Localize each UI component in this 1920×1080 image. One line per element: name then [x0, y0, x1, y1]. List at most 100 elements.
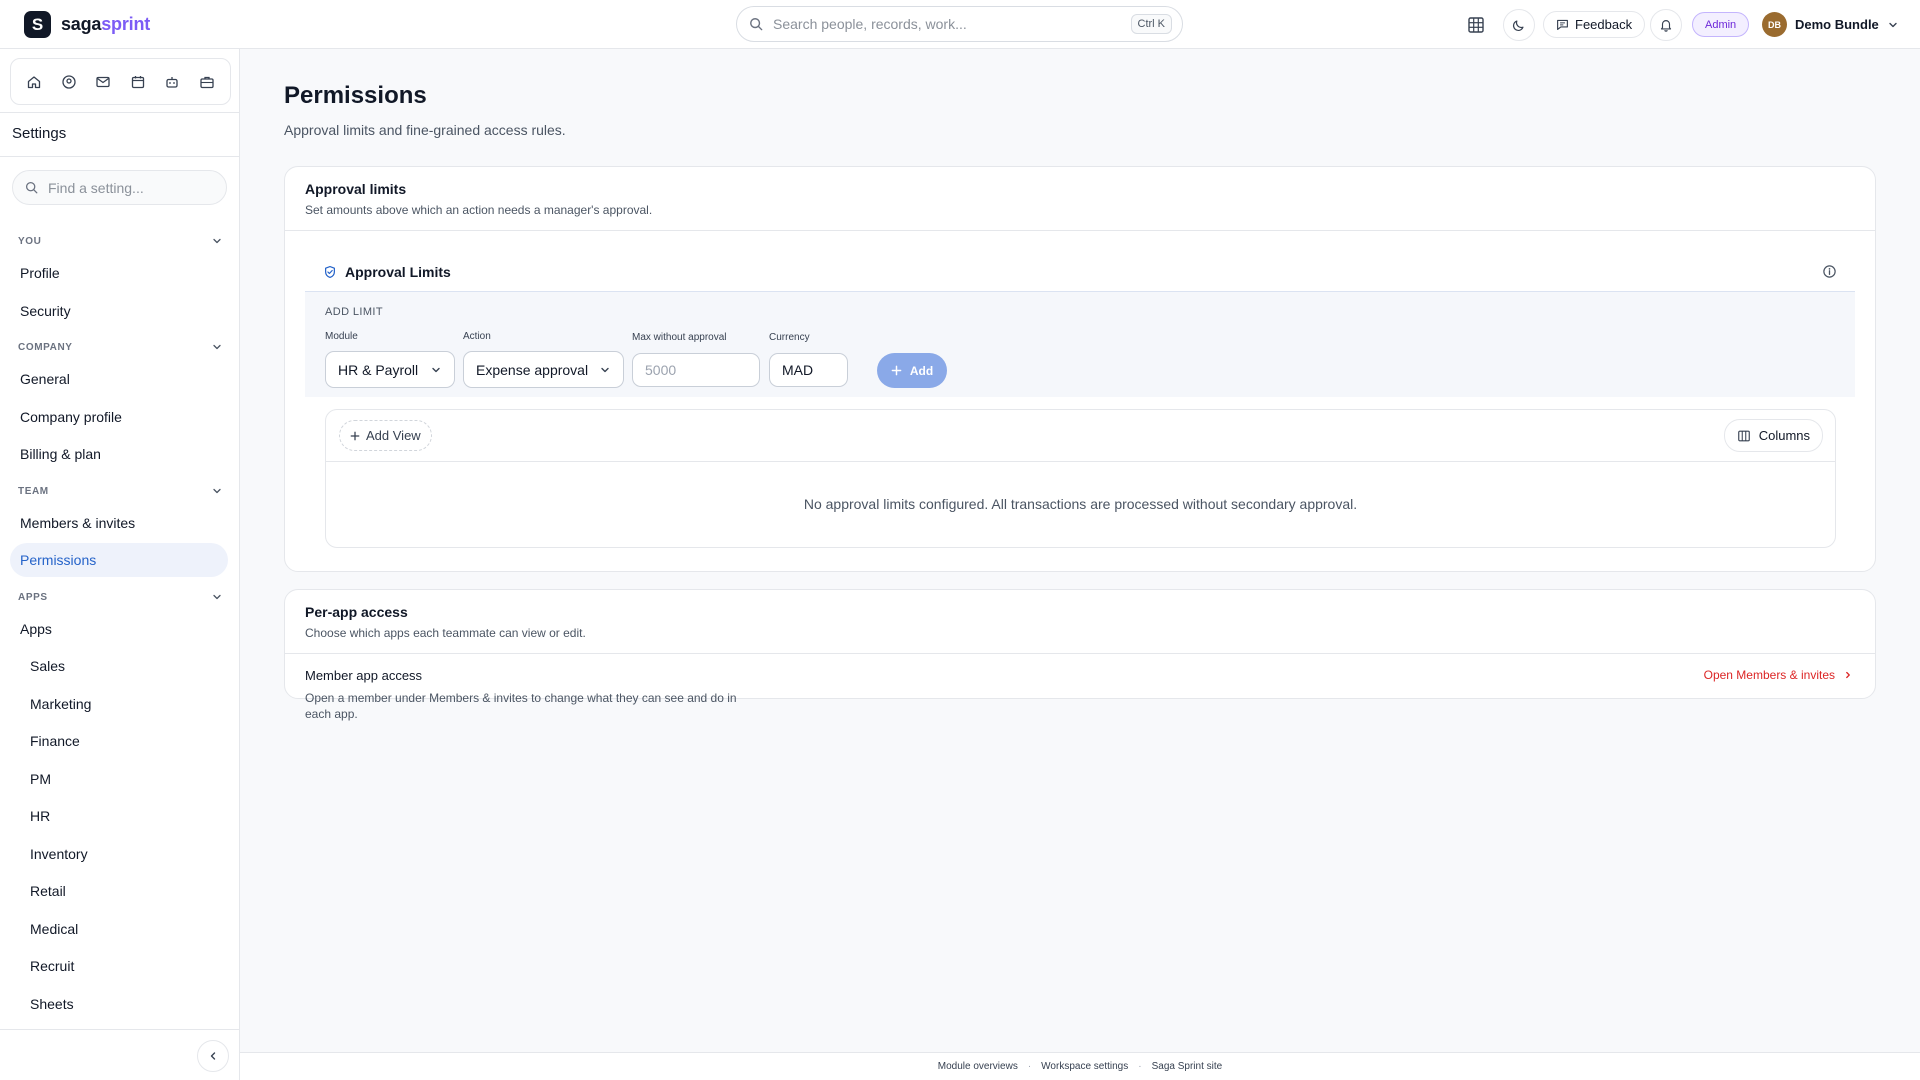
chevron-down-icon [211, 591, 223, 603]
member-app-access-description: Open a member under Members & invites to… [305, 691, 737, 721]
user-name: Demo Bundle [1795, 17, 1879, 32]
collapse-sidebar-button[interactable] [197, 1040, 229, 1072]
max-amount-placeholder: 5000 [645, 362, 677, 378]
chevron-down-icon [599, 364, 611, 376]
card-title: Per-app access [305, 604, 408, 620]
action-label: Action [463, 331, 491, 342]
approval-limits-table: Add View Columns No approval limits conf… [325, 409, 1836, 548]
settings-search-placeholder: Find a setting... [48, 179, 144, 196]
max-amount-input[interactable]: 5000 [632, 353, 760, 387]
add-view-button[interactable]: Add View [339, 420, 432, 451]
settings-sidebar: Settings Find a setting... YOU Profile S… [0, 49, 240, 1080]
logo-text-part2: sprint [101, 14, 151, 34]
section-toggle-apps[interactable]: APPS [18, 591, 223, 603]
chevron-left-icon [207, 1050, 219, 1062]
card-divider [285, 230, 1875, 231]
chevron-down-icon [211, 341, 223, 353]
sidebar-item-finance[interactable]: Finance [10, 724, 228, 758]
footer-link-workspace-settings[interactable]: Workspace settings [1041, 1061, 1128, 1072]
logo[interactable]: S sagasprint [24, 11, 150, 38]
sidebar-item-members[interactable]: Members & invites [10, 506, 228, 540]
logo-mark: S [24, 11, 51, 38]
action-select[interactable]: Expense approval [463, 351, 624, 388]
search-shortcut: Ctrl K [1130, 14, 1172, 34]
sidebar-item-permissions[interactable]: Permissions [10, 543, 228, 577]
bell-icon[interactable] [1650, 9, 1682, 41]
footer: Module overviews · Workspace settings · … [240, 1052, 1920, 1080]
logo-text-part1: saga [61, 14, 102, 34]
sidebar-item-general[interactable]: General [10, 362, 228, 396]
columns-icon [1737, 429, 1751, 443]
calendar-icon[interactable] [126, 70, 150, 94]
section-toggle-team[interactable]: TEAM [18, 485, 223, 497]
chevron-right-icon [1843, 670, 1853, 680]
sidebar-item-sales[interactable]: Sales [10, 649, 228, 683]
card-description: Set amounts above which an action needs … [305, 203, 653, 217]
module-select[interactable]: HR & Payroll [325, 351, 455, 388]
sidebar-item-apps[interactable]: Apps [10, 612, 228, 646]
sidebar-item-medical[interactable]: Medical [10, 912, 228, 946]
add-limit-button[interactable]: Add [877, 353, 947, 388]
add-limit-form: ADD LIMIT Module HR & Payroll Action Exp… [305, 292, 1855, 397]
empty-state-message: No approval limits configured. All trans… [803, 496, 1358, 512]
section-label-you: YOU [18, 235, 42, 247]
sidebar-item-inventory[interactable]: Inventory [10, 837, 228, 871]
sidebar-item-billing[interactable]: Billing & plan [10, 437, 228, 471]
message-icon [1556, 18, 1569, 31]
feedback-button[interactable]: Feedback [1543, 11, 1646, 38]
sidebar-item-company-profile[interactable]: Company profile [10, 400, 228, 434]
sidebar-item-profile[interactable]: Profile [10, 256, 228, 290]
section-toggle-company[interactable]: COMPANY [18, 341, 223, 353]
footer-separator: · [1027, 1061, 1032, 1072]
add-limit-heading: ADD LIMIT [325, 306, 383, 318]
search-icon [749, 17, 763, 31]
footer-link-saga-sprint-site[interactable]: Saga Sprint site [1152, 1061, 1223, 1072]
chevron-down-icon [211, 485, 223, 497]
sidebar-title: Settings [12, 125, 67, 142]
home-icon[interactable] [22, 70, 46, 94]
settings-search-input[interactable]: Find a setting... [12, 170, 227, 205]
currency-input[interactable]: MAD [769, 353, 848, 387]
sidebar-divider [0, 112, 239, 113]
sidebar-item-marketing[interactable]: Marketing [10, 687, 228, 721]
open-members-label: Open Members & invites [1703, 668, 1835, 682]
section-label-company: COMPANY [18, 341, 73, 353]
chevron-down-icon [430, 364, 442, 376]
approval-limits-header: Approval Limits [305, 252, 1855, 292]
info-icon[interactable] [1822, 264, 1837, 279]
currency-label: Currency [769, 332, 810, 343]
page-subtitle: Approval limits and fine-grained access … [284, 122, 566, 138]
plus-icon [350, 431, 360, 441]
sidebar-item-hr[interactable]: HR [10, 799, 228, 833]
sidebar-divider [0, 1029, 239, 1030]
columns-label: Columns [1758, 428, 1810, 443]
user-circle-icon[interactable] [57, 70, 81, 94]
module-label: Module [325, 331, 358, 342]
dark-mode-toggle-icon[interactable] [1503, 9, 1535, 41]
sidebar-item-sheets[interactable]: Sheets [10, 987, 228, 1021]
section-toggle-you[interactable]: YOU [18, 235, 223, 247]
plus-icon [891, 365, 902, 376]
global-search-input[interactable]: Search people, records, work... Ctrl K [736, 6, 1183, 42]
bot-icon[interactable] [160, 70, 184, 94]
briefcase-icon[interactable] [195, 70, 219, 94]
page-title: Permissions [284, 82, 427, 109]
card-description: Choose which apps each teammate can view… [305, 626, 586, 640]
add-view-label: Add View [366, 428, 421, 443]
approval-limits-card: Approval limits Set amounts above which … [284, 166, 1876, 572]
user-menu[interactable]: DB Demo Bundle [1762, 12, 1899, 37]
chevron-down-icon [1887, 19, 1899, 31]
footer-link-module-overviews[interactable]: Module overviews [938, 1061, 1018, 1072]
sidebar-item-security[interactable]: Security [10, 294, 228, 328]
per-app-access-card: Per-app access Choose which apps each te… [284, 589, 1876, 721]
mail-icon[interactable] [91, 70, 115, 94]
columns-button[interactable]: Columns [1723, 419, 1823, 452]
footer-separator: · [1138, 1061, 1142, 1072]
open-members-link[interactable]: Open Members & invites [1704, 668, 1853, 682]
sidebar-item-pm[interactable]: PM [10, 762, 228, 796]
card-title: Approval limits [305, 181, 407, 197]
sidebar-item-retail[interactable]: Retail [10, 874, 228, 908]
sidebar-item-recruit[interactable]: Recruit [10, 949, 228, 983]
feedback-label: Feedback [1575, 17, 1633, 32]
apps-grid-icon[interactable] [1460, 9, 1492, 41]
